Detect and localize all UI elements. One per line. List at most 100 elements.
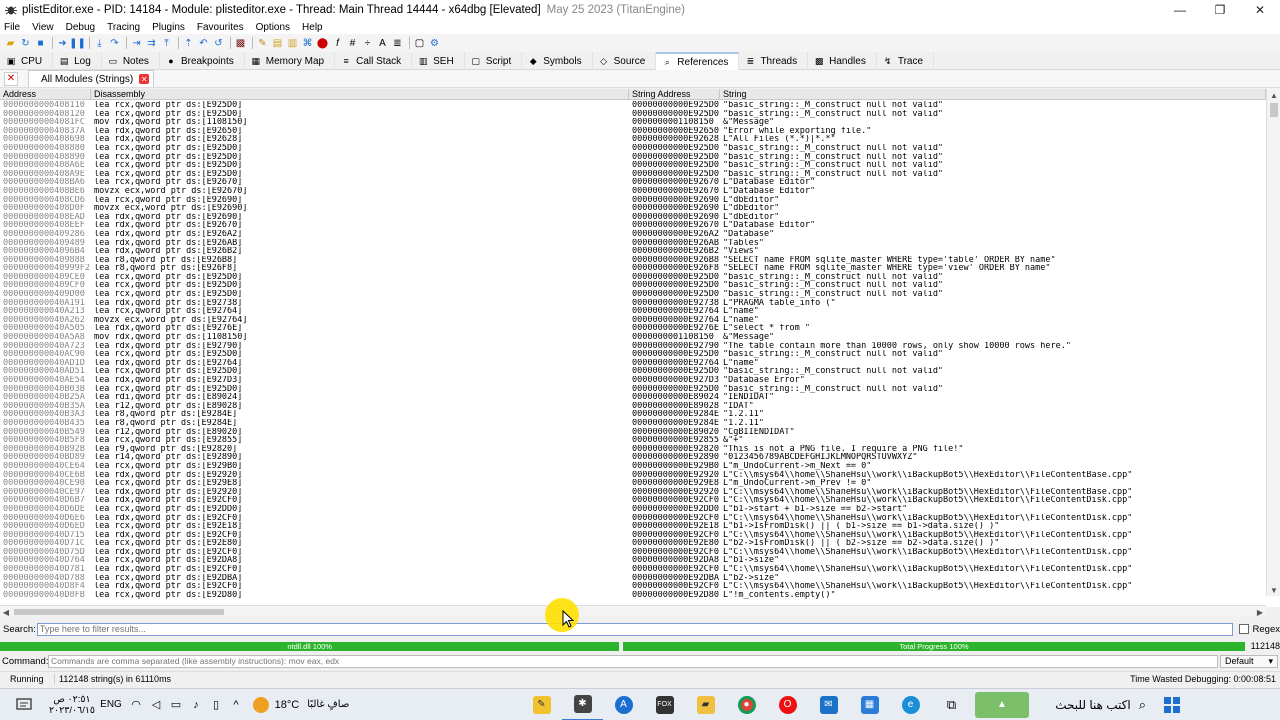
language-indicator[interactable]: ENG [96,689,126,720]
search-highlights-icon[interactable]: ▲ [972,689,1032,720]
table-row[interactable]: 000000000040AC90 lea rcx,qword ptr ds:[E9… [0,350,1266,359]
table-row[interactable]: 000000000040D788 lea rcx,qword ptr ds:[E9… [0,574,1266,583]
scroll-up-icon[interactable]: ▲ [1267,89,1280,101]
table-row[interactable]: 0000000000408BA6 lea rcx,qword ptr ds:[E9… [0,178,1266,187]
table-row[interactable]: 00000000004096B4 lea rdx,qword ptr ds:[E9… [0,247,1266,256]
run-to-user-icon[interactable]: ⇡ [182,37,195,50]
table-row[interactable]: 0000000000409D00 lea rcx,qword ptr ds:[E9… [0,290,1266,299]
tab-threads[interactable]: ≣ Threads [739,52,809,70]
regex-checkbox[interactable] [1238,624,1249,634]
fox-taskbar-icon[interactable]: FOX [644,689,685,720]
font-icon[interactable]: A [376,37,389,50]
open-icon[interactable]: ▰ [4,37,17,50]
table-row[interactable]: 000000000040B35A lea r12,qword ptr ds:[E8… [0,402,1266,411]
table-row[interactable]: 0000000000408D0F movzx ecx,word ptr ds:[E… [0,204,1266,213]
patch-icon[interactable]: ✎ [256,37,269,50]
table-row[interactable]: 000000000040B549 lea r12,qword ptr ds:[E8… [0,428,1266,437]
script-icon[interactable]: ▢ [413,37,426,50]
tab-notes[interactable]: ▭ Notes [102,52,160,70]
clock[interactable]: ٠٢:٥١ ص ٢٠٢٣/٠٦/١٥ [48,689,96,720]
microphone-icon[interactable]: ♪ [186,689,206,720]
menu-options[interactable]: Options [256,22,290,33]
table-row[interactable]: 0000000000408CD6 lea rcx,qword ptr ds:[E9… [0,196,1266,205]
header-string-address[interactable]: String Address [629,89,720,100]
comment-icon[interactable]: ▤ [271,37,284,50]
minimize-button[interactable]: — [1160,0,1200,20]
menu-help[interactable]: Help [302,22,323,33]
table-row[interactable]: 000000000040BD89 lea r14,qword ptr ds:[E9… [0,453,1266,462]
close-all-icon[interactable]: ✕ [4,71,18,86]
table-row[interactable]: 000000000040B3A3 lea r8,qword ptr ds:[E92… [0,410,1266,419]
pause-icon[interactable]: ❚❚ [69,37,86,50]
speaker-icon[interactable]: ◁ [146,689,166,720]
notepad-taskbar-icon[interactable]: ✎ [521,689,562,720]
table-row[interactable]: 000000000040A505 lea rdx,qword ptr ds:[E9… [0,324,1266,333]
bookmark-icon[interactable]: ⌘ [301,37,314,50]
table-row[interactable]: 0000000000408EAD lea rdx,qword ptr ds:[E9… [0,213,1266,222]
hash-icon[interactable]: # [346,37,359,50]
table-row[interactable]: 000000000040CE6B lea rdx,qword ptr ds:[E9… [0,471,1266,480]
weather-widget[interactable]: 18°C صافٍ غالبًا [246,689,356,720]
table-row[interactable]: 000000000040AD1D lea rdx,qword ptr ds:[E9… [0,359,1266,368]
stop-icon[interactable]: ■ [34,37,47,50]
table-row[interactable]: 0000000000409CF0 lea rcx,qword ptr ds:[E9… [0,281,1266,290]
table-row[interactable]: 0000000000409489 lea rdx,qword ptr ds:[E9… [0,239,1266,248]
tab-log[interactable]: ▤ Log [53,52,102,70]
tab-handles[interactable]: ▩ Handles [808,52,877,70]
settings-icon[interactable]: ⚙ [428,37,441,50]
table-row[interactable]: 000000000040CE90 lea rcx,qword ptr ds:[E9… [0,479,1266,488]
table-row[interactable]: 000000000040D6DE lea rcx,qword ptr ds:[E9… [0,505,1266,514]
table-row[interactable]: 000000000040988B lea r8,qword ptr ds:[E92… [0,256,1266,265]
table-row[interactable]: 000000000040A213 lea rcx,qword ptr ds:[E9… [0,307,1266,316]
header-address[interactable]: Address [0,89,91,100]
table-row[interactable]: 0000000000409286 lea rdx,qword ptr ds:[E9… [0,230,1266,239]
regex-toggle[interactable]: Regex [1238,624,1280,635]
task-view-icon[interactable]: ⧉ [931,689,972,720]
table-row[interactable]: 000000000040CE64 lea rcx,qword ptr ds:[E9… [0,462,1266,471]
tab-symbols[interactable]: ◆ Symbols [522,52,593,70]
table-row[interactable]: 000000000040AD51 lea rcx,qword ptr ds:[E9… [0,367,1266,376]
table-row[interactable]: 000000000040837A lea rdx,qword ptr ds:[E9… [0,127,1266,136]
table-row[interactable]: 000000000040D6B7 lea rdx,qword ptr ds:[E9… [0,496,1266,505]
trace-over-icon[interactable]: ⇉ [145,37,158,50]
opera-taskbar-icon[interactable]: O [767,689,808,720]
subtab-all-modules-strings[interactable]: All Modules (Strings) ✕ [28,70,155,87]
table-row[interactable]: 0000000000409CE0 lea rcx,qword ptr ds:[E9… [0,273,1266,282]
scroll-right-icon[interactable]: ▶ [1254,606,1266,618]
breakpoint-toggle-icon[interactable]: ⬤ [316,37,329,50]
x64dbg-taskbar-icon[interactable]: ✱ [562,689,603,720]
maximize-button[interactable]: ❐ [1200,0,1240,20]
tab-cpu[interactable]: ▣ CPU [0,52,54,70]
menu-tracing[interactable]: Tracing [107,22,140,33]
command-input[interactable] [48,654,1218,668]
table-row[interactable]: 0000000000408EEF lea rdx,qword ptr ds:[E9… [0,221,1266,230]
table-row[interactable]: 0000000000408120 lea rcx,qword ptr ds:[E9… [0,110,1266,119]
tab-call-stack[interactable]: ≡ Call Stack [335,52,413,70]
label-icon[interactable]: ▥ [286,37,299,50]
menu-plugins[interactable]: Plugins [152,22,185,33]
table-row[interactable]: 000000000040B92B lea r9,qword ptr ds:[E92… [0,445,1266,454]
table-row[interactable]: 00000000004081FC mov rdx,qword ptr ds:[11… [0,118,1266,127]
table-row[interactable]: 000000000040A5A8 mov rdx,qword ptr ds:[11… [0,333,1266,342]
table-row[interactable]: 000000000040D6ED lea rcx,qword ptr ds:[E9… [0,522,1266,531]
table-row[interactable]: 0000000000408890 lea rcx,qword ptr ds:[E9… [0,153,1266,162]
table-row[interactable]: 000000000040D8F4 lea rdx,qword ptr ds:[E9… [0,582,1266,591]
scroll-thumb[interactable] [1270,103,1278,117]
strings-icon[interactable]: ≣ [391,37,404,50]
table-row[interactable]: 000000000040D764 lea rcx,qword ptr ds:[E9… [0,556,1266,565]
horizontal-scrollbar[interactable]: ◀ ▶ [0,605,1266,617]
tab-memory-map[interactable]: ▦ Memory Map [245,52,336,70]
table-row[interactable]: 0000000000408880 lea rcx,qword ptr ds:[E9… [0,144,1266,153]
tab-references[interactable]: ⌕ References [656,52,740,70]
table-row[interactable]: 000000000040B03B lea rcx,qword ptr ds:[E9… [0,385,1266,394]
close-tab-icon[interactable]: ✕ [139,74,150,84]
memory-icon[interactable]: ▩ [234,37,247,50]
table-row[interactable]: 0000000000408A6E lea rcx,qword ptr ds:[E9… [0,161,1266,170]
battery-icon[interactable]: ▭ [166,689,186,720]
step-over-icon[interactable]: ↷ [108,37,121,50]
app-a-taskbar-icon[interactable]: A [603,689,644,720]
table-row[interactable]: 000000000040B25A lea rdi,qword ptr ds:[E8… [0,393,1266,402]
table-row[interactable]: 0000000000408A9E lea rcx,qword ptr ds:[E9… [0,170,1266,179]
file-explorer-taskbar-icon[interactable]: ▰ [685,689,726,720]
table-row[interactable]: 000000000040D715 lea rdx,qword ptr ds:[E9… [0,531,1266,540]
